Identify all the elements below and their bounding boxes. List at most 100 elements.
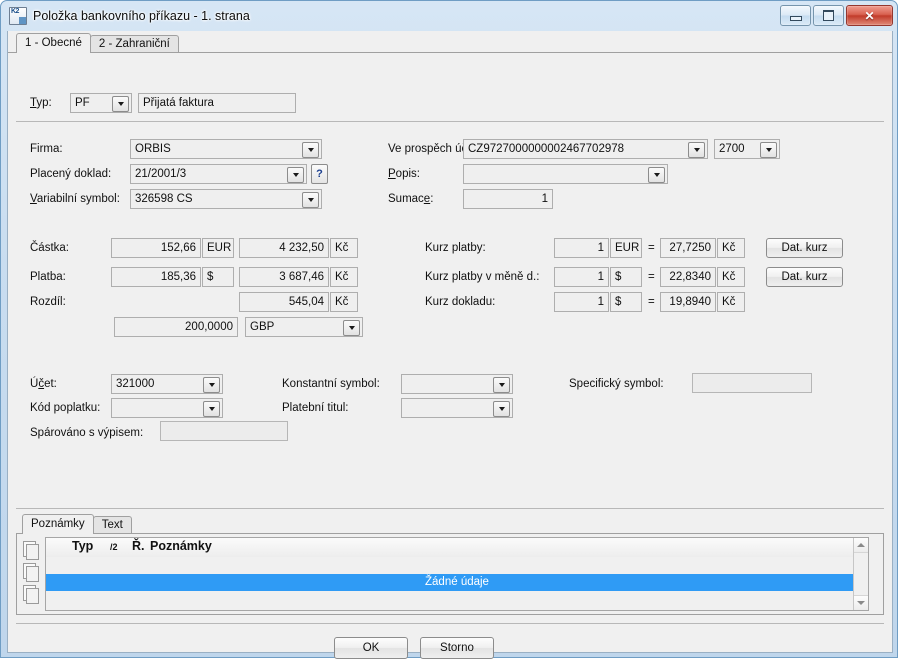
chevron-down-icon[interactable] bbox=[760, 142, 777, 158]
kurz-dokladu-base-currency: $ bbox=[610, 292, 642, 312]
chevron-down-icon[interactable] bbox=[302, 192, 319, 208]
notes-tabs: Poznámky Text bbox=[22, 514, 132, 534]
firma-label: Firma: bbox=[30, 143, 63, 155]
ucet-combo[interactable]: 321000 bbox=[111, 374, 223, 394]
scroll-down-icon[interactable] bbox=[854, 595, 868, 610]
placeny-doklad-label: Placený doklad: bbox=[30, 168, 112, 180]
kurz-platby-v-mene-currency: Kč bbox=[717, 267, 745, 287]
tab-poznamky[interactable]: Poznámky bbox=[22, 514, 94, 534]
chevron-down-icon[interactable] bbox=[343, 320, 360, 336]
sumace-field[interactable]: 1 bbox=[463, 189, 553, 209]
rozdil-czk-currency: Kč bbox=[330, 292, 358, 312]
document-new-icon[interactable] bbox=[20, 538, 40, 560]
placeny-doklad-value: 21/2001/3 bbox=[135, 168, 187, 180]
chevron-down-icon[interactable] bbox=[203, 377, 220, 393]
notes-grid[interactable]: Typ /2 Ř. Poznámky Žádné údaje bbox=[45, 537, 869, 611]
kurz-platby-v-mene-equals: = bbox=[648, 271, 655, 283]
chevron-down-icon[interactable] bbox=[648, 167, 665, 183]
notes-side-toolbar bbox=[20, 538, 44, 604]
minimize-button[interactable] bbox=[780, 5, 811, 26]
variabilni-symbol-combo[interactable]: 326598 CS bbox=[130, 189, 322, 209]
konstantni-symbol-combo[interactable] bbox=[401, 374, 513, 394]
platba-label: Platba: bbox=[30, 271, 66, 283]
platba-currency: $ bbox=[202, 267, 234, 287]
tab-1-obecne[interactable]: 1 - Obecné bbox=[16, 33, 91, 53]
firma-value: ORBIS bbox=[135, 143, 171, 155]
kod-poplatku-combo[interactable] bbox=[111, 398, 223, 418]
column-header-sort[interactable]: /2 bbox=[110, 542, 118, 552]
popis-combo[interactable] bbox=[463, 164, 668, 184]
kurz-dokladu-rate-field[interactable]: 19,8940 bbox=[660, 292, 716, 312]
specificky-symbol-field[interactable] bbox=[692, 373, 812, 393]
chevron-down-icon[interactable] bbox=[203, 401, 220, 417]
dat-kurz-button-2[interactable]: Dat. kurz bbox=[766, 267, 843, 287]
firma-combo[interactable]: ORBIS bbox=[130, 139, 322, 159]
typ-code-combo[interactable]: PF bbox=[70, 93, 132, 113]
platba-czk-currency: Kč bbox=[330, 267, 358, 287]
platebni-titul-value bbox=[406, 399, 492, 417]
column-header-poznamky[interactable]: Poznámky bbox=[150, 539, 212, 553]
platba-amount-field[interactable]: 185,36 bbox=[111, 267, 201, 287]
platba-czk-field[interactable]: 3 687,46 bbox=[239, 267, 329, 287]
chevron-down-icon[interactable] bbox=[287, 167, 304, 183]
divider-top bbox=[16, 121, 884, 122]
cancel-button[interactable]: Storno bbox=[420, 637, 494, 659]
chevron-down-icon[interactable] bbox=[112, 96, 129, 112]
chevron-down-icon[interactable] bbox=[493, 401, 510, 417]
tab-text[interactable]: Text bbox=[92, 516, 132, 534]
extra-amount-field[interactable]: 200,0000 bbox=[114, 317, 238, 337]
typ-label: Typ: bbox=[30, 97, 52, 109]
document-list-icon[interactable] bbox=[20, 582, 40, 604]
window-controls: ✕ bbox=[780, 5, 893, 26]
notes-panel: Poznámky Text Typ /2 Ř. Poznámky Žádné ú… bbox=[16, 514, 884, 615]
kurz-dokladu-base-field[interactable]: 1 bbox=[554, 292, 609, 312]
tab-2-zahranicni[interactable]: 2 - Zahraniční bbox=[89, 35, 179, 53]
variabilni-symbol-label: Variabilní symbol: bbox=[30, 193, 120, 205]
kurz-platby-rate-field[interactable]: 27,7250 bbox=[660, 238, 716, 258]
castka-amount-field[interactable]: 152,66 bbox=[111, 238, 201, 258]
platebni-titul-combo[interactable] bbox=[401, 398, 513, 418]
scroll-up-icon[interactable] bbox=[854, 538, 868, 553]
chevron-down-icon[interactable] bbox=[688, 142, 705, 158]
document-image-icon[interactable] bbox=[20, 560, 40, 582]
maximize-button[interactable] bbox=[813, 5, 844, 26]
castka-currency: EUR bbox=[202, 238, 234, 258]
kurz-dokladu-label: Kurz dokladu: bbox=[425, 296, 496, 308]
extra-currency-combo[interactable]: GBP bbox=[245, 317, 363, 337]
ucet-label: Účet: bbox=[30, 378, 57, 390]
kurz-platby-base-currency: EUR bbox=[610, 238, 642, 258]
kod-poplatku-label: Kód poplatku: bbox=[30, 402, 101, 414]
ok-button[interactable]: OK bbox=[334, 637, 408, 659]
variabilni-symbol-value: 326598 CS bbox=[135, 193, 193, 205]
kurz-platby-v-mene-rate-field[interactable]: 22,8340 bbox=[660, 267, 716, 287]
maximize-icon bbox=[823, 10, 834, 21]
dat-kurz-button-1[interactable]: Dat. kurz bbox=[766, 238, 843, 258]
kurz-dokladu-currency: Kč bbox=[717, 292, 745, 312]
table-row[interactable] bbox=[46, 591, 868, 608]
table-row[interactable] bbox=[46, 557, 868, 574]
table-row-empty-message[interactable]: Žádné údaje bbox=[46, 574, 868, 591]
dialog-client-area: 1 - Obecné 2 - Zahraniční Typ: PF Přijat… bbox=[7, 31, 893, 659]
kurz-platby-base-field[interactable]: 1 bbox=[554, 238, 609, 258]
rozdil-czk-field[interactable]: 545,04 bbox=[239, 292, 329, 312]
placeny-doklad-combo[interactable]: 21/2001/3 bbox=[130, 164, 307, 184]
castka-czk-field[interactable]: 4 232,50 bbox=[239, 238, 329, 258]
extra-currency-value: GBP bbox=[250, 321, 275, 333]
chevron-down-icon[interactable] bbox=[302, 142, 319, 158]
typ-description-field[interactable]: Přijatá faktura bbox=[138, 93, 296, 113]
bank-code-combo[interactable]: 2700 bbox=[714, 139, 780, 159]
notes-grid-header: Typ /2 Ř. Poznámky bbox=[46, 538, 868, 558]
kurz-platby-currency: Kč bbox=[717, 238, 745, 258]
ve-prospech-uctu-combo[interactable]: CZ9727000000002467702978 bbox=[463, 139, 708, 159]
chevron-down-icon[interactable] bbox=[493, 377, 510, 393]
kurz-platby-v-mene-base-field[interactable]: 1 bbox=[554, 267, 609, 287]
notes-grid-scrollbar[interactable] bbox=[853, 538, 868, 610]
notes-body: Typ /2 Ř. Poznámky Žádné údaje bbox=[16, 533, 884, 615]
column-header-r[interactable]: Ř. bbox=[132, 539, 145, 553]
close-button[interactable]: ✕ bbox=[846, 5, 893, 26]
sparovano-field[interactable] bbox=[160, 421, 288, 441]
sumace-label: Sumace: bbox=[388, 193, 434, 205]
dialog-footer: OK Storno bbox=[8, 631, 892, 661]
placeny-doklad-help-button[interactable]: ? bbox=[311, 164, 328, 184]
column-header-typ[interactable]: Typ bbox=[72, 539, 93, 553]
